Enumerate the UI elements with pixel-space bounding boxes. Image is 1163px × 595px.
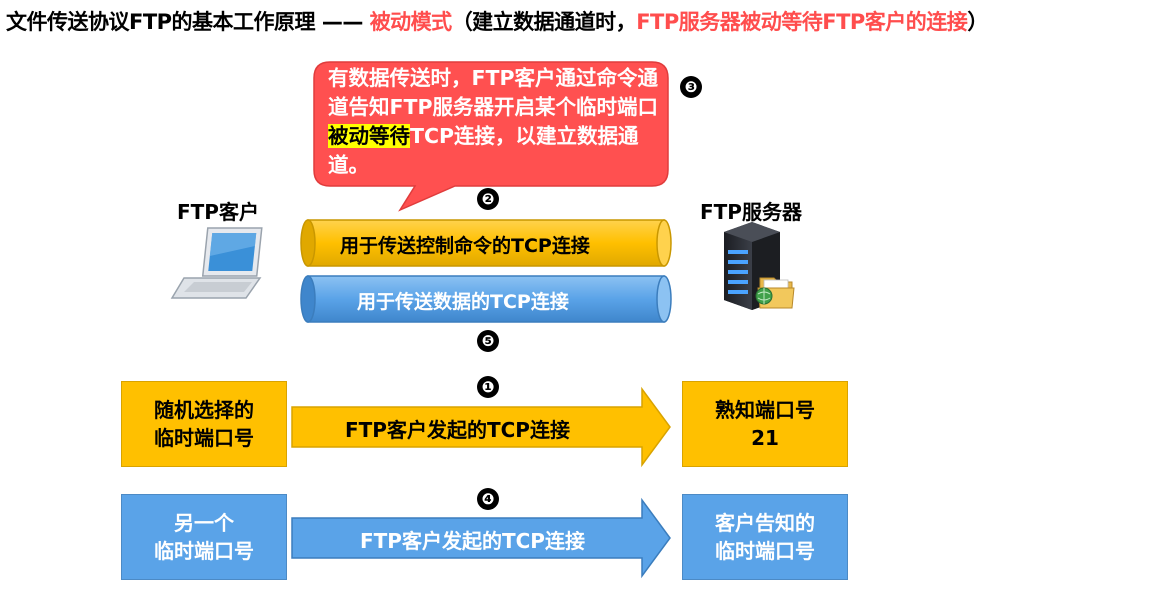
server-icon xyxy=(724,222,795,310)
tcp-arrow-2-label: FTP客户发起的TCP连接 xyxy=(360,529,585,553)
bubble-text: 有数据传送时，FTP客户通过命令通道告知FTP服务器开启某个临时端口被动等待TC… xyxy=(328,64,658,180)
step-5-marker: ❺ xyxy=(477,330,499,352)
step-3-marker: ❸ xyxy=(680,76,702,98)
server-port-21-box: 熟知端口号 21 xyxy=(682,381,848,467)
control-pipe-label: 用于传送控制命令的TCP连接 xyxy=(340,235,590,257)
client-random-port-box: 随机选择的 临时端口号 xyxy=(121,381,287,467)
client-label: FTP客户 xyxy=(177,200,259,224)
client-another-port-box: 另一个 临时端口号 xyxy=(121,494,287,580)
step-1-marker: ❶ xyxy=(477,376,499,398)
step-4-marker: ❹ xyxy=(477,488,499,510)
bubble-text-main: 有数据传送时，FTP客户通过命令通道告知FTP服务器开启某个临时端口 xyxy=(328,66,659,119)
server-told-port-box: 客户告知的 临时端口号 xyxy=(682,494,848,580)
data-pipe-label: 用于传送数据的TCP连接 xyxy=(357,291,569,313)
tcp-arrow-1-label: FTP客户发起的TCP连接 xyxy=(345,418,570,442)
laptop-icon xyxy=(170,227,263,299)
bubble-highlight: 被动等待 xyxy=(328,124,410,148)
server-label: FTP服务器 xyxy=(700,200,802,224)
step-2-marker: ❷ xyxy=(477,188,499,210)
